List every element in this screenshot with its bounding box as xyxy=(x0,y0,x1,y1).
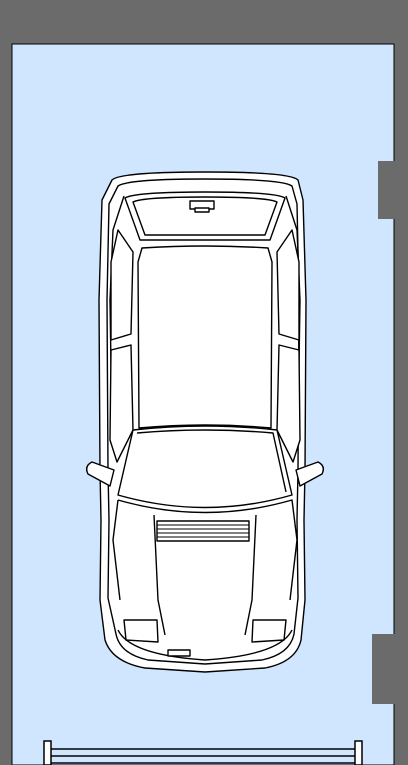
car-rear-light-base xyxy=(194,207,210,213)
wall-top xyxy=(0,0,408,44)
pillar-lower xyxy=(372,634,396,704)
garage-floor-plan xyxy=(0,0,408,765)
car-left-headlight xyxy=(123,619,159,643)
car-front-plate xyxy=(167,649,191,657)
car-roof xyxy=(137,245,273,429)
car-topdown-icon xyxy=(85,171,325,673)
wall-left xyxy=(0,0,12,765)
car-right-headlight xyxy=(251,619,287,643)
wall-right xyxy=(394,0,408,765)
car-left-rear-window xyxy=(110,229,134,341)
garage-plan-svg xyxy=(0,0,408,765)
car-hood-vent xyxy=(156,520,250,542)
car-right-rear-window xyxy=(276,229,300,341)
car-windshield xyxy=(117,425,293,509)
pillar-upper xyxy=(378,161,396,219)
